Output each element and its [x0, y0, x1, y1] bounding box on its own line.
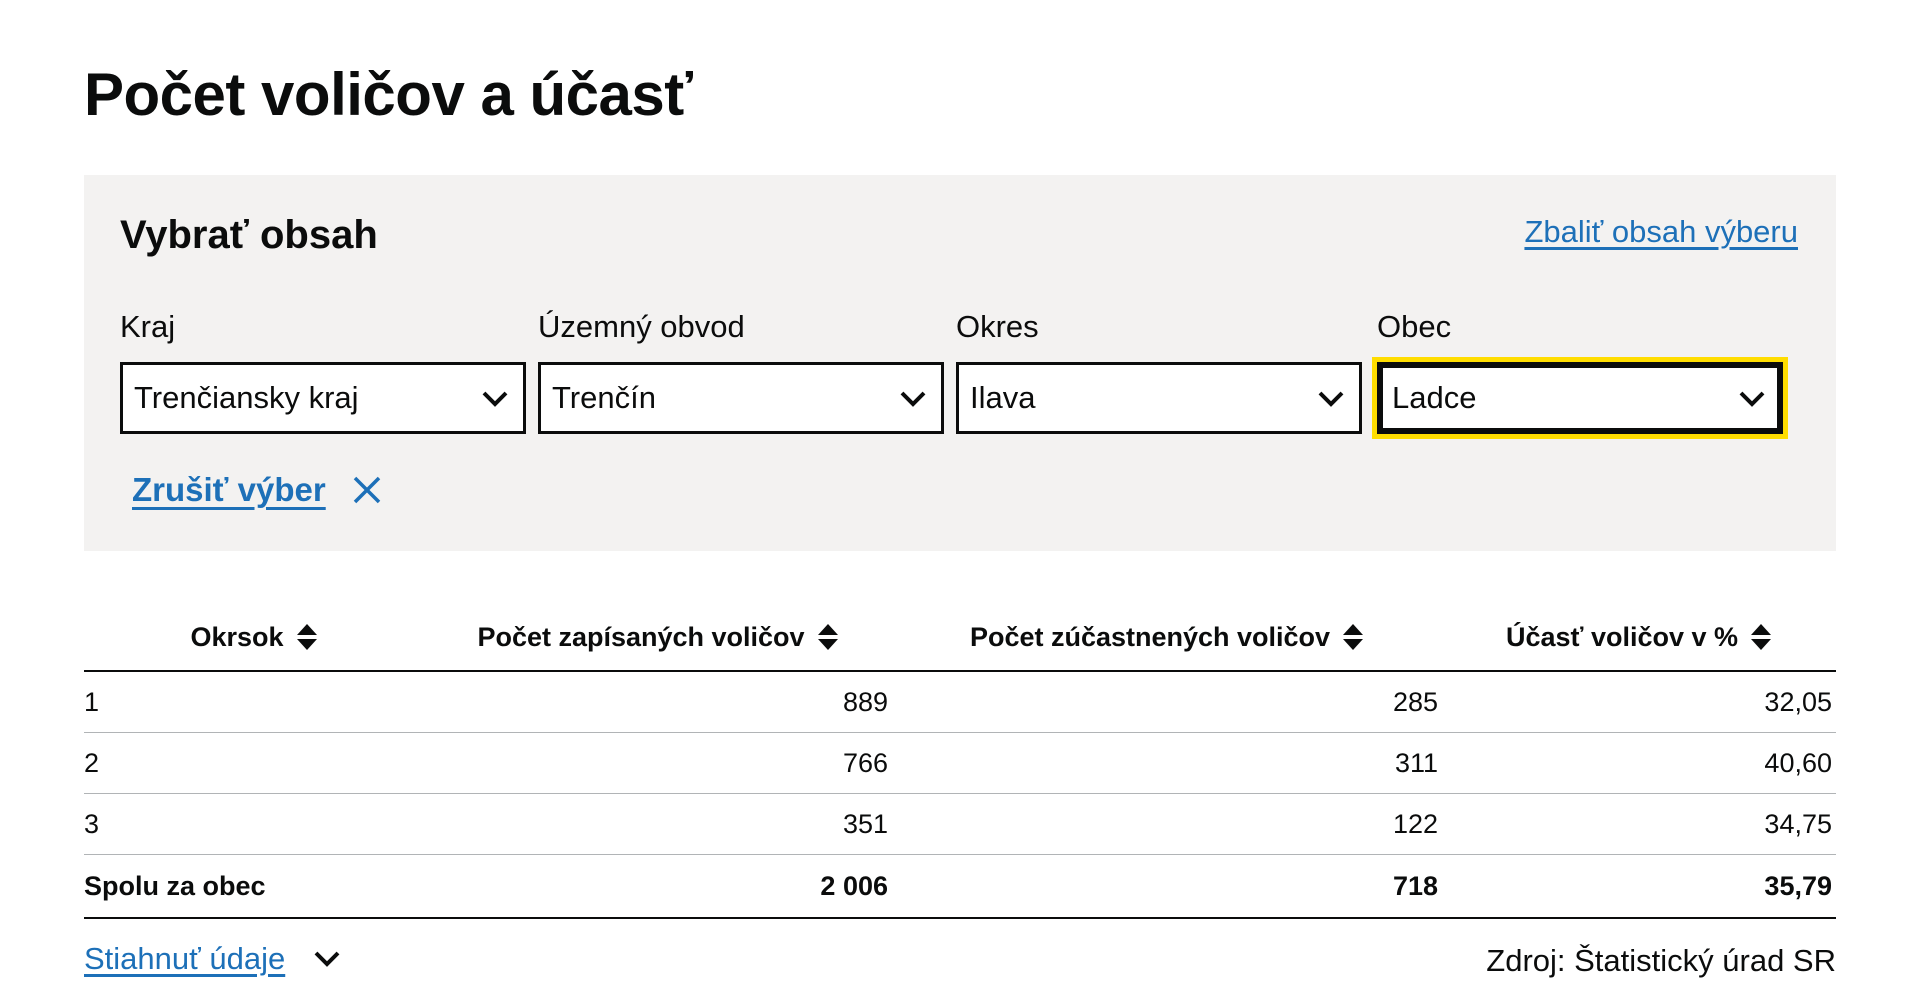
column-header-ucast[interactable]: Účasť voličov v %: [1442, 604, 1836, 672]
sort-icon: [296, 624, 317, 650]
field-obec: Obec Ladce: [1372, 306, 1788, 439]
collapse-filter-link[interactable]: Zbaliť obsah výberu: [1524, 214, 1798, 250]
table-row: 1 889 285 32,05: [84, 671, 1836, 733]
field-okres: Okres Ilava: [956, 306, 1362, 434]
cell-zapisani: 351: [424, 793, 892, 855]
column-header-label: Účasť voličov v %: [1505, 621, 1739, 652]
table-total-row: Spolu za obec 2 006 718 35,79: [84, 854, 1836, 919]
cell-zucastneni: 311: [892, 732, 1442, 794]
cell-zapisani: 889: [424, 671, 892, 733]
cell-total-label: Spolu za obec: [84, 854, 424, 919]
cell-okrsok: 2: [84, 732, 424, 794]
cell-okrsok: 3: [84, 793, 424, 855]
download-data-link[interactable]: Stiahnuť údaje: [84, 941, 285, 977]
obec-select-value: Ladce: [1392, 380, 1477, 415]
chevron-down-icon[interactable]: [313, 947, 341, 971]
cell-ucast: 32,05: [1442, 671, 1836, 733]
kraj-select[interactable]: Trenčiansky kraj: [120, 362, 526, 434]
field-kraj: Kraj Trenčiansky kraj: [120, 306, 526, 434]
table-header-row: Okrsok Počet zapísaných voličov Počet zú…: [84, 604, 1836, 672]
page-title: Počet voličov a účasť: [84, 61, 693, 128]
table-row: 2 766 311 40,60: [84, 732, 1836, 794]
column-header-zucastneni[interactable]: Počet zúčastnených voličov: [892, 604, 1442, 672]
filter-panel: Vybrať obsah Zbaliť obsah výberu Kraj Tr…: [84, 175, 1836, 551]
sort-icon: [1343, 624, 1364, 650]
filter-panel-title: Vybrať obsah: [120, 213, 378, 257]
sort-icon: [1751, 624, 1772, 650]
cell-total-zucastneni: 718: [892, 854, 1442, 919]
cell-ucast: 34,75: [1442, 793, 1836, 855]
column-header-label: Počet zúčastnených voličov: [969, 621, 1331, 652]
clear-selection-link[interactable]: Zrušiť výber: [132, 471, 326, 509]
download-row: Stiahnuť údaje: [84, 941, 341, 977]
chevron-down-icon: [1318, 391, 1344, 407]
column-header-label: Okrsok: [190, 621, 284, 652]
results-table: Okrsok Počet zapísaných voličov Počet zú…: [84, 604, 1836, 919]
uzemny-obvod-label: Územný obvod: [538, 309, 745, 344]
chevron-down-icon: [1739, 391, 1765, 407]
obec-select[interactable]: Ladce: [1372, 357, 1788, 439]
okres-select[interactable]: Ilava: [956, 362, 1362, 434]
uzemny-obvod-select-value: Trenčín: [552, 380, 656, 415]
table-row: 3 351 122 34,75: [84, 793, 1836, 855]
close-icon[interactable]: [352, 475, 382, 505]
cell-total-zapisani: 2 006: [424, 854, 892, 919]
uzemny-obvod-select[interactable]: Trenčín: [538, 362, 944, 434]
cell-zapisani: 766: [424, 732, 892, 794]
kraj-select-value: Trenčiansky kraj: [134, 380, 359, 415]
okres-label: Okres: [956, 309, 1039, 344]
page: Počet voličov a účasť Vybrať obsah Zbali…: [0, 0, 1920, 999]
clear-selection-row: Zrušiť výber: [132, 465, 382, 515]
kraj-label: Kraj: [120, 309, 176, 344]
column-header-label: Počet zapísaných voličov: [477, 621, 805, 652]
sort-icon: [817, 624, 838, 650]
field-uzemny-obvod: Územný obvod Trenčín: [538, 306, 944, 434]
column-header-okrsok[interactable]: Okrsok: [84, 604, 424, 672]
cell-zucastneni: 285: [892, 671, 1442, 733]
okres-select-value: Ilava: [970, 380, 1036, 415]
cell-total-ucast: 35,79: [1442, 854, 1836, 919]
cell-zucastneni: 122: [892, 793, 1442, 855]
obec-label: Obec: [1377, 309, 1452, 344]
cell-okrsok: 1: [84, 671, 424, 733]
cell-ucast: 40,60: [1442, 732, 1836, 794]
chevron-down-icon: [482, 391, 508, 407]
chevron-down-icon: [900, 391, 926, 407]
column-header-zapisani[interactable]: Počet zapísaných voličov: [424, 604, 892, 672]
source-note: Zdroj: Štatistický úrad SR: [1486, 943, 1836, 978]
